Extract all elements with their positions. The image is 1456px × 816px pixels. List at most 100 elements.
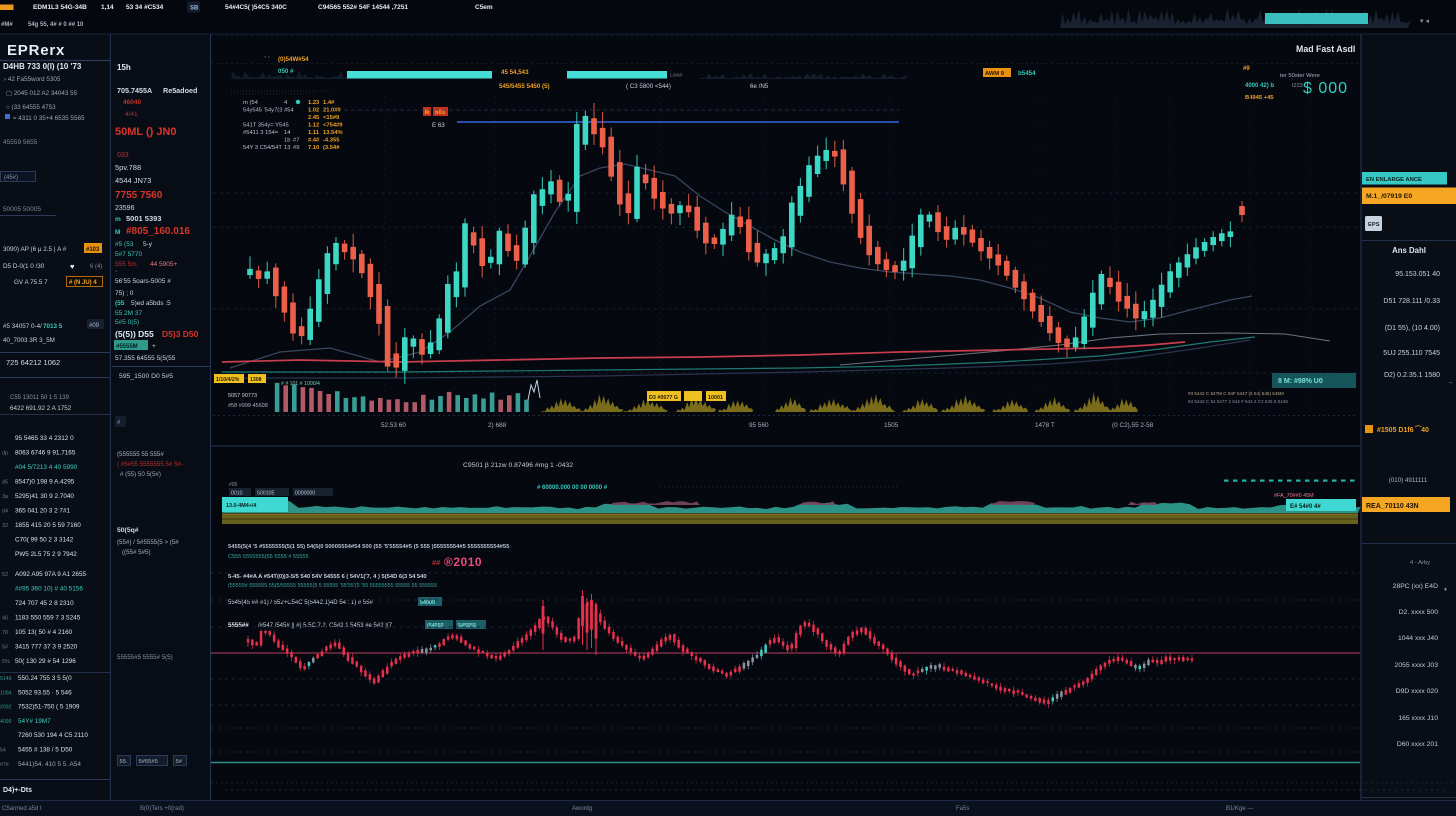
- svg-text:D60 xxxx 201: D60 xxxx 201: [1397, 741, 1438, 748]
- svg-text:#M#: #M#: [1, 22, 13, 28]
- svg-text:70: 70: [2, 630, 8, 636]
- svg-text:#05: #05: [229, 482, 238, 488]
- svg-text:B4945 +45: B4945 +45: [1245, 95, 1274, 101]
- svg-text:5pv.788: 5pv.788: [115, 163, 141, 172]
- svg-text:D5 D-0(1 0 /30: D5 D-0(1 0 /30: [3, 263, 45, 270]
- svg-text:5455(5(4 '5 #5555555(5(1 55) 5: 5455(5(4 '5 #5555555(5(1 55) 54(5(0 5000…: [228, 544, 510, 550]
- svg-text:3090) AP (6 μ 2.5 | A #: 3090) AP (6 μ 2.5 | A #: [3, 246, 67, 253]
- svg-text:1b: 1b: [284, 138, 290, 144]
- svg-text:13.54%: 13.54%: [323, 130, 343, 136]
- svg-text:#9: #9: [1243, 66, 1250, 72]
- svg-text:7013 5: 7013 5: [43, 323, 63, 330]
- svg-text:5001 5393: 5001 5393: [126, 214, 161, 223]
- svg-text:28PC (xx) E4D: 28PC (xx) E4D: [1393, 583, 1438, 590]
- svg-text:8 M: #98% U0: 8 M: #98% U0: [1278, 378, 1323, 385]
- svg-text:95 5465 33 4 2312 0: 95 5465 33 4 2312 0: [15, 435, 74, 442]
- svg-text:(3.54#: (3.54#: [323, 145, 340, 151]
- svg-text:C55 13011 50 1 5 139: C55 13011 50 1 5 139: [10, 395, 70, 401]
- svg-text:40: 40: [2, 616, 8, 622]
- svg-text:23596: 23596: [115, 205, 135, 212]
- svg-text:-4.355: -4.355: [323, 138, 340, 144]
- svg-text:1094: 1094: [0, 690, 12, 696]
- svg-text:#7: #7: [293, 138, 299, 144]
- svg-text:3415 777 37 3 9 2520: 3415 777 37 3 9 2520: [15, 644, 78, 651]
- svg-text:603: 603: [435, 110, 446, 116]
- svg-text:54: 54: [0, 748, 6, 754]
- svg-text:5295)41 30 9 2.7040: 5295)41 30 9 2.7040: [15, 493, 74, 500]
- svg-text:545555: 545555: [458, 623, 476, 629]
- svg-text:#103: #103: [86, 247, 100, 253]
- svg-text:Mad Fast Asdl: Mad Fast Asdl: [1296, 44, 1355, 54]
- svg-text:5455 # 138 / 5 D50: 5455 # 138 / 5 D50: [18, 747, 73, 754]
- svg-text:1.23: 1.23: [308, 100, 320, 106]
- svg-text:▪: ▪: [247, 643, 249, 649]
- svg-text:d4: d4: [2, 509, 8, 515]
- svg-text:D5)3 D50: D5)3 D50: [162, 329, 199, 339]
- svg-text:52.53 60: 52.53 60: [381, 422, 406, 429]
- svg-text:<15#9: <15#9: [323, 115, 340, 121]
- svg-text:52: 52: [2, 572, 8, 578]
- svg-text:50005 50005: 50005 50005: [3, 206, 41, 213]
- svg-text:165 xxxx J10: 165 xxxx J10: [1398, 715, 1438, 722]
- svg-text:○ (33 64555 4753: ○ (33 64555 4753: [6, 104, 56, 111]
- svg-text:M: M: [115, 229, 120, 236]
- svg-text:10001: 10001: [708, 395, 723, 401]
- svg-text:SB: SB: [190, 6, 199, 12]
- svg-text:5#55#5: 5#55#5: [139, 759, 158, 765]
- svg-text:# 60000.000 00 00 0000 #: # 60000.000 00 00 0000 #: [537, 485, 608, 491]
- svg-text:4099: 4099: [0, 719, 12, 725]
- svg-text:(55#) / 5#5555(5 > (5#: (55#) / 5#5555(5 > (5#: [117, 539, 179, 546]
- svg-text:#5411 3 154=: #5411 3 154=: [243, 130, 279, 136]
- svg-text:1478 T: 1478 T: [1035, 422, 1055, 429]
- svg-text:32: 32: [2, 523, 8, 529]
- svg-text:54Y# 19M7: 54Y# 19M7: [18, 718, 51, 725]
- svg-text:#04 5/7213 4 40 5990: #04 5/7213 4 40 5990: [15, 464, 78, 471]
- svg-text:6 (4): 6 (4): [90, 264, 102, 270]
- svg-text:D2. xxxx 500: D2. xxxx 500: [1399, 609, 1439, 616]
- svg-text:m (54: m (54: [243, 100, 259, 106]
- svg-text:d5: d5: [2, 480, 8, 486]
- svg-text:5#: 5#: [2, 645, 9, 651]
- svg-text:55 2M 37: 55 2M 37: [115, 310, 142, 317]
- svg-text:#58 #999 45608: #58 #999 45608: [228, 403, 268, 409]
- svg-text:ter 50ster Were: ter 50ster Were: [1280, 73, 1320, 79]
- svg-text:5#: 5#: [176, 759, 183, 765]
- svg-text:t223: t223: [1292, 83, 1303, 89]
- svg-text:705.7455A: 705.7455A: [117, 86, 152, 95]
- svg-text:E# 54#0 4#: E# 54#0 4#: [1290, 504, 1321, 510]
- svg-text:D9D xxxx 020: D9D xxxx 020: [1396, 688, 1439, 695]
- svg-text:→: →: [1447, 379, 1454, 386]
- svg-text:7.10: 7.10: [308, 145, 319, 151]
- svg-text:1.12: 1.12: [308, 123, 319, 129]
- svg-text:75) ; 0: 75) ; 0: [115, 290, 134, 297]
- svg-text:D4HB 733 0(I) (10 '73: D4HB 733 0(I) (10 '73: [3, 62, 82, 71]
- svg-text:95.153.051 40: 95.153.051 40: [1395, 271, 1440, 278]
- svg-text:5555##: 5555##: [228, 622, 249, 629]
- svg-text:40_7003 3R 3_5M: 40_7003 3R 3_5M: [3, 337, 55, 344]
- svg-text:5#5 0(5): 5#5 0(5): [115, 319, 139, 326]
- svg-text:♦: ♦: [1444, 587, 1447, 593]
- svg-text:4544 JN73: 4544 JN73: [115, 176, 151, 185]
- svg-text:1.4#: 1.4#: [323, 100, 335, 106]
- svg-text:50( 130 29 # 54 1296: 50( 130 29 # 54 1296: [15, 658, 76, 665]
- svg-text:50ML () JN0: 50ML () JN0: [115, 126, 177, 138]
- svg-text:724 707 45 2 8 2310: 724 707 45 2 8 2310: [15, 600, 74, 607]
- svg-text:Awordg: Awordg: [572, 806, 592, 812]
- svg-text:<754#9: <754#9: [323, 123, 343, 129]
- svg-text:54y545 '54y7(3 #54: 54y545 '54y7(3 #54: [243, 108, 295, 114]
- svg-text:725 64212 1062: 725 64212 1062: [6, 358, 60, 367]
- svg-text:EN ENLARGE ANCE: EN ENLARGE ANCE: [1366, 177, 1422, 183]
- svg-text:0000000: 0000000: [295, 491, 315, 497]
- svg-text:# # 101 # 1000/4: # # 101 # 1000/4: [281, 381, 320, 387]
- svg-text:5545(45 ## #1) / 552+C54C 5: 5545(45 ## #1) / 552+C54C 5(5442.1)4D 54…: [228, 600, 374, 606]
- svg-text:(5(5)) D55: (5(5)) D55: [115, 329, 154, 339]
- svg-text:L###: L###: [670, 73, 683, 79]
- svg-text:54g 55, 4# # 0 ## 10: 54g 55, 4# # 0 ## 10: [28, 22, 84, 28]
- svg-text:D51 728.111 /0.33: D51 728.111 /0.33: [1383, 298, 1440, 305]
- svg-text:5UJ 255.110 7545: 5UJ 255.110 7545: [1383, 350, 1440, 357]
- svg-text:(54555: (54555: [427, 623, 444, 629]
- svg-text:≈ 4311 0 35+4 6535 5565: ≈ 4311 0 35+4 6535 5565: [13, 115, 85, 122]
- svg-text:##: ##: [432, 558, 441, 567]
- svg-text:GV A 75.5 7: GV A 75.5 7: [14, 279, 48, 286]
- svg-text:B(0)Ters +0(rad): B(0)Ters +0(rad): [140, 806, 184, 812]
